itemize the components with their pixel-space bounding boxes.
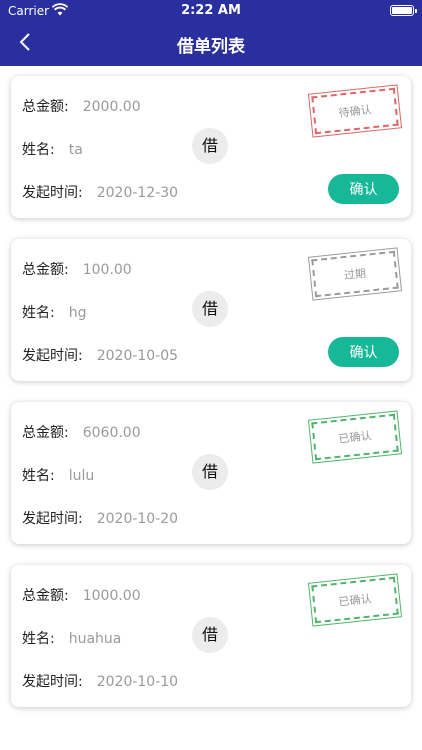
date-row: 发起时间: 2020-10-05 bbox=[22, 345, 178, 365]
date-label: 发起时间: bbox=[22, 511, 83, 527]
status-stamp: 过期 bbox=[308, 247, 402, 301]
amount-row: 总金额: 1000.00 bbox=[22, 585, 141, 605]
battery-icon bbox=[390, 5, 417, 16]
amount-label: 总金额: bbox=[22, 262, 69, 278]
date-label: 发起时间: bbox=[22, 674, 83, 690]
amount-value: 2000.00 bbox=[82, 99, 141, 115]
amount-label: 总金额: bbox=[22, 425, 69, 441]
date-row: 发起时间: 2020-10-10 bbox=[22, 671, 178, 691]
name-value: hg bbox=[68, 305, 87, 321]
status-stamp: 已确认 bbox=[308, 573, 402, 627]
name-value: ta bbox=[68, 142, 83, 158]
name-value: lulu bbox=[68, 468, 95, 484]
status-stamp: 已确认 bbox=[308, 410, 402, 464]
name-row: 姓名: lulu bbox=[22, 465, 94, 485]
date-value: 2020-10-10 bbox=[96, 674, 179, 690]
amount-label: 总金额: bbox=[22, 99, 69, 115]
name-label: 姓名: bbox=[22, 305, 55, 321]
amount-label: 总金额: bbox=[22, 588, 69, 604]
amount-value: 1000.00 bbox=[82, 588, 141, 604]
status-bar: Carrier 2:22 AM bbox=[0, 0, 422, 22]
date-value: 2020-12-30 bbox=[96, 185, 179, 201]
borrow-badge: 借 bbox=[192, 128, 228, 164]
borrow-badge: 借 bbox=[192, 454, 228, 490]
loan-card[interactable]: 总金额: 100.00 姓名: hg 发起时间: 2020-10-05 借 过期 确认 bbox=[11, 239, 411, 381]
name-label: 姓名: bbox=[22, 468, 55, 484]
date-label: 发起时间: bbox=[22, 348, 83, 364]
amount-value: 100.00 bbox=[82, 262, 132, 278]
page-title: 借单列表 bbox=[177, 37, 245, 57]
name-row: 姓名: hg bbox=[22, 302, 86, 322]
date-value: 2020-10-20 bbox=[96, 511, 179, 527]
amount-row: 总金额: 2000.00 bbox=[22, 96, 141, 116]
loan-card[interactable]: 总金额: 1000.00 姓名: huahua 发起时间: 2020-10-10 借 … bbox=[11, 565, 411, 707]
amount-value: 6060.00 bbox=[82, 425, 141, 441]
name-value: huahua bbox=[68, 631, 122, 647]
confirm-button[interactable]: 确认 bbox=[328, 337, 399, 367]
date-row: 发起时间: 2020-12-30 bbox=[22, 182, 178, 202]
name-label: 姓名: bbox=[22, 631, 55, 647]
navigation-bar: Carrier 2:22 AM 借单列表 bbox=[0, 0, 422, 66]
name-label: 姓名: bbox=[22, 142, 55, 158]
loan-card[interactable]: 总金额: 6060.00 姓名: lulu 发起时间: 2020-10-20 借 已确… bbox=[11, 402, 411, 544]
status-stamp: 待确认 bbox=[308, 84, 402, 138]
date-row: 发起时间: 2020-10-20 bbox=[22, 508, 178, 528]
name-row: 姓名: ta bbox=[22, 139, 83, 159]
borrow-badge: 借 bbox=[192, 291, 228, 327]
amount-row: 总金额: 100.00 bbox=[22, 259, 132, 279]
clock: 2:22 AM bbox=[181, 3, 241, 18]
date-value: 2020-10-05 bbox=[96, 348, 179, 364]
date-label: 发起时间: bbox=[22, 185, 83, 201]
loan-card[interactable]: 总金额: 2000.00 姓名: ta 发起时间: 2020-12-30 借 待确认 … bbox=[11, 76, 411, 218]
amount-row: 总金额: 6060.00 bbox=[22, 422, 141, 442]
borrow-badge: 借 bbox=[192, 617, 228, 653]
name-row: 姓名: huahua bbox=[22, 628, 121, 648]
confirm-button[interactable]: 确认 bbox=[328, 174, 399, 204]
